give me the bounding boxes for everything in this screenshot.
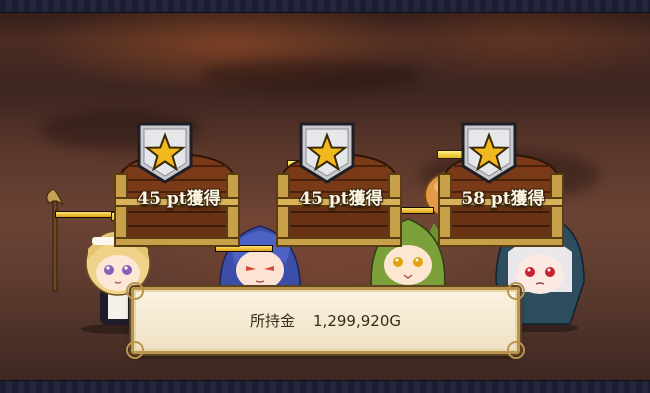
ground-scorch [200, 60, 420, 90]
star-medal-icon [299, 122, 355, 184]
points-earned-label: 45 pt獲得 [137, 189, 221, 209]
money-display: 所持金 1,299,920G [134, 290, 517, 351]
bottom-frame-border [0, 380, 650, 393]
reward-group-1: 45 pt獲得 [111, 120, 243, 270]
points-earned-label: 58 pt獲得 [461, 189, 545, 209]
money-label: 所持金 [250, 312, 296, 330]
battle-result-screen: 45 pt獲得 45 pt獲得 58 pt獲得 所持金 1,299,920G [0, 0, 650, 393]
reward-group-3: 58 pt獲得 [437, 120, 567, 270]
top-frame-border [0, 0, 650, 13]
money-panel: 所持金 1,299,920G [126, 282, 525, 359]
star-medal-icon [461, 122, 517, 184]
hp-gauge [55, 211, 117, 218]
money-value: 1,299,920G [313, 311, 401, 330]
reward-group-2: 45 pt獲得 [275, 120, 405, 270]
star-medal-icon [137, 122, 193, 184]
points-earned-label: 45 pt獲得 [299, 189, 383, 209]
